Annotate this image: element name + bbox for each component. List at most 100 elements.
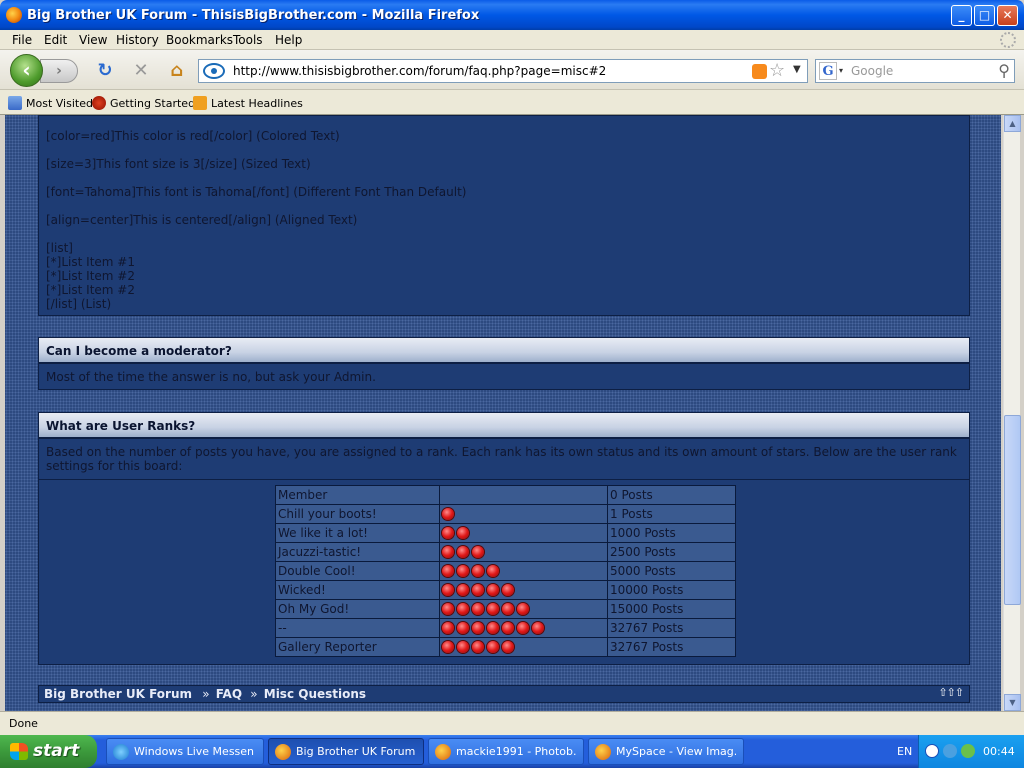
bookmark-star-icon[interactable]: ☆ [769, 60, 785, 81]
rank-name: We like it a lot! [275, 523, 440, 543]
search-box[interactable]: G ▾ Google ⚲ [815, 59, 1015, 83]
task-label: MySpace - View Imag... [616, 745, 736, 758]
bookmark-label: Most Visited [26, 97, 93, 110]
rank-star-icon [472, 565, 484, 577]
user-ranks-table: Member 0 Posts Chill your boots! 1 Posts We … [275, 485, 736, 657]
menu-file[interactable]: File [12, 33, 32, 47]
tray-expand-icon[interactable] [925, 744, 939, 758]
page-content[interactable]: [color=red]This color is red[/color] (Co… [5, 115, 1001, 711]
rank-star-icon [517, 603, 529, 615]
menu-help[interactable]: Help [275, 33, 302, 47]
firefox-icon [435, 744, 451, 760]
firefox-icon [595, 744, 611, 760]
rank-star-icon [442, 527, 454, 539]
rank-star-icon [502, 584, 514, 596]
bbcode-line: [/list] (List) [46, 297, 112, 311]
google-engine-icon[interactable]: G [819, 62, 837, 80]
rank-posts: 32767 Posts [607, 618, 736, 638]
faq-question-title: What are User Ranks? [46, 419, 196, 433]
rank-posts: 1 Posts [607, 504, 736, 524]
home-icon[interactable]: ⌂ [166, 60, 188, 82]
menu-history[interactable]: History [116, 33, 159, 47]
messenger-icon [113, 744, 129, 760]
reload-icon[interactable]: ↻ [94, 60, 116, 82]
rank-star-icon [517, 622, 529, 634]
windows-taskbar: start Windows Live Messen... Big Brother… [0, 735, 1024, 768]
rank-stars [439, 580, 608, 600]
bookmark-getting-started[interactable]: Getting Started [92, 96, 195, 110]
search-icon[interactable]: ⚲ [998, 61, 1010, 80]
window-title: Big Brother UK Forum - ThisisBigBrother.… [27, 8, 480, 23]
rank-stars [439, 637, 608, 657]
close-button[interactable]: ✕ [997, 5, 1018, 26]
language-indicator[interactable]: EN [897, 745, 912, 758]
taskbar-button-photobucket[interactable]: mackie1991 - Photob... [428, 738, 584, 765]
bookmark-most-visited[interactable]: Most Visited [8, 96, 93, 110]
rank-posts: 1000 Posts [607, 523, 736, 543]
table-row: Chill your boots! 1 Posts [275, 504, 736, 524]
table-row: -- 32767 Posts [275, 618, 736, 638]
breadcrumb-faq-link[interactable]: FAQ [216, 687, 242, 701]
site-identity-icon[interactable] [203, 63, 225, 79]
taskbar-button-firefox[interactable]: Big Brother UK Forum... [268, 738, 424, 765]
search-placeholder: Google [851, 64, 894, 78]
rank-star-icon [457, 641, 469, 653]
menu-view[interactable]: View [79, 33, 107, 47]
status-bar: Done [0, 711, 1024, 735]
menu-tools[interactable]: Tools [233, 33, 263, 47]
scrollbar-thumb[interactable] [1004, 415, 1021, 605]
scroll-down-arrow[interactable]: ▼ [1004, 694, 1021, 711]
rank-posts: 2500 Posts [607, 542, 736, 562]
maximize-button[interactable]: □ [974, 5, 995, 26]
breadcrumb-misc-link[interactable]: Misc Questions [264, 687, 366, 701]
rank-posts: 15000 Posts [607, 599, 736, 619]
rank-star-icon [442, 603, 454, 615]
rank-star-icon [457, 603, 469, 615]
bbcode-line: [color=red]This color is red[/color] (Co… [46, 129, 340, 143]
forward-button[interactable]: › [40, 59, 78, 83]
network-icon[interactable] [943, 744, 957, 758]
address-dropdown-icon[interactable]: ▼ [793, 64, 801, 75]
scroll-up-arrow[interactable]: ▲ [1004, 115, 1021, 132]
rank-star-icon [502, 603, 514, 615]
rss-feed-icon[interactable] [752, 64, 767, 79]
rank-name: Wicked! [275, 580, 440, 600]
window-titlebar[interactable]: Big Brother UK Forum - ThisisBigBrother.… [0, 0, 1024, 30]
rank-name: Chill your boots! [275, 504, 440, 524]
faq-question-header[interactable]: What are User Ranks? [38, 412, 970, 438]
engine-dropdown-icon[interactable]: ▾ [839, 66, 843, 75]
bookmark-latest-headlines[interactable]: Latest Headlines [193, 96, 303, 110]
back-button[interactable]: ‹ [10, 54, 43, 87]
faq-question-header[interactable]: Can I become a moderator? [38, 337, 970, 363]
rank-stars [439, 542, 608, 562]
bbcode-line: [*]List Item #2 [46, 269, 135, 283]
rank-star-icon [442, 584, 454, 596]
scroll-top-icon[interactable]: ⇧⇧⇧ [938, 686, 964, 699]
rank-star-icon [457, 622, 469, 634]
messenger-tray-icon[interactable] [961, 744, 975, 758]
breadcrumb-forum-link[interactable]: Big Brother UK Forum [44, 687, 192, 701]
menu-bookmarks[interactable]: Bookmarks [166, 33, 233, 47]
start-button[interactable]: start [0, 735, 97, 768]
breadcrumb-separator: » [250, 687, 258, 701]
firefox-icon [6, 7, 22, 23]
rank-name: Gallery Reporter [275, 637, 440, 657]
folder-icon [8, 96, 22, 110]
rank-star-icon [487, 641, 499, 653]
vertical-scrollbar[interactable]: ▲ ▼ [1003, 115, 1021, 711]
menu-edit[interactable]: Edit [44, 33, 67, 47]
windows-flag-icon [10, 743, 28, 760]
stop-icon[interactable]: ✕ [130, 60, 152, 82]
task-label: Windows Live Messen... [134, 745, 254, 758]
taskbar-button-messenger[interactable]: Windows Live Messen... [106, 738, 264, 765]
rank-stars [439, 485, 608, 505]
rank-star-icon [442, 622, 454, 634]
address-bar[interactable]: http://www.thisisbigbrother.com/forum/fa… [198, 59, 808, 83]
clock: 00:44 [983, 745, 1015, 758]
taskbar-button-myspace[interactable]: MySpace - View Imag... [588, 738, 744, 765]
status-text: Done [9, 717, 38, 730]
rank-star-icon [457, 546, 469, 558]
firefox-icon [275, 744, 291, 760]
minimize-button[interactable]: _ [951, 5, 972, 26]
table-row: Oh My God! 15000 Posts [275, 599, 736, 619]
